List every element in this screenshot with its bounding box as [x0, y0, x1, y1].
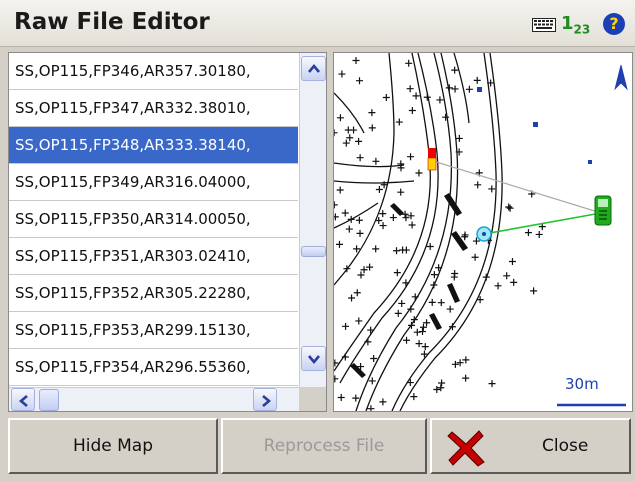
- horizontal-scrollbar[interactable]: [9, 387, 299, 411]
- list-item[interactable]: SS,OP115,FP348,AR333.38140,: [9, 127, 298, 164]
- close-x-icon: [447, 430, 485, 467]
- current-point-marker[interactable]: [476, 226, 492, 242]
- list-rows: SS,OP115,FP346,AR357.30180, SS,OP115,FP34…: [9, 53, 298, 386]
- list-item[interactable]: SS,OP115,FP353,AR299.15130,: [9, 312, 298, 349]
- window-title: Raw File Editor: [14, 9, 210, 35]
- dense-detail: [350, 193, 468, 378]
- survey-point-markers: [334, 57, 546, 411]
- reprocess-file-button[interactable]: Reprocess File: [221, 418, 427, 474]
- list-item[interactable]: SS,OP115,FP346,AR357.30180,: [9, 53, 298, 90]
- help-icon[interactable]: ?: [603, 13, 625, 35]
- close-button-label: Close: [542, 436, 589, 456]
- list-item[interactable]: SS,OP115,FP352,AR305.22280,: [9, 275, 298, 312]
- keyboard-icon[interactable]: [532, 18, 556, 32]
- close-button[interactable]: Close: [430, 418, 631, 474]
- list-item[interactable]: SS,OP115,FP347,AR332.38010,: [9, 90, 298, 127]
- input-mode-main: 1: [561, 13, 574, 34]
- chevron-up-icon: [308, 63, 320, 73]
- title-bar: Raw File Editor 123 ?: [0, 0, 635, 47]
- north-arrow-icon: [614, 64, 628, 91]
- map-view[interactable]: 30m: [333, 52, 633, 412]
- backsight-marker-top: [428, 148, 436, 158]
- scroll-up-button[interactable]: [301, 56, 326, 81]
- backsight-marker-bottom: [427, 157, 437, 171]
- vertical-scroll-thumb[interactable]: [301, 246, 326, 257]
- list-item[interactable]: SS,OP115,FP351,AR303.02410,: [9, 238, 298, 275]
- vertical-scrollbar[interactable]: [299, 53, 326, 387]
- input-mode-indicator[interactable]: 123: [561, 13, 590, 37]
- foresight-line: [483, 212, 602, 235]
- scrollbar-corner: [299, 387, 326, 411]
- chevron-down-icon: [308, 355, 320, 365]
- horizontal-scroll-thumb[interactable]: [39, 389, 59, 411]
- hide-map-button[interactable]: Hide Map: [8, 418, 218, 474]
- list-item[interactable]: SS,OP115,FP350,AR314.00050,: [9, 201, 298, 238]
- backsight-line: [432, 160, 602, 214]
- list-item[interactable]: SS,OP115,FP349,AR316.04000,: [9, 164, 298, 201]
- list-item[interactable]: SS,OP115,FP354,AR296.55360,: [9, 349, 298, 386]
- scroll-down-button[interactable]: [301, 346, 326, 371]
- scale-label: 30m: [565, 375, 599, 393]
- map-canvas[interactable]: [334, 53, 632, 411]
- scroll-right-button[interactable]: [253, 388, 277, 411]
- instrument-icon[interactable]: [594, 195, 612, 226]
- chevron-right-icon: [262, 395, 272, 407]
- input-mode-sub: 23: [573, 22, 591, 37]
- chevron-left-icon: [18, 395, 28, 407]
- raw-record-list[interactable]: SS,OP115,FP346,AR357.30180, SS,OP115,FP34…: [8, 52, 327, 412]
- scroll-left-button[interactable]: [11, 388, 35, 411]
